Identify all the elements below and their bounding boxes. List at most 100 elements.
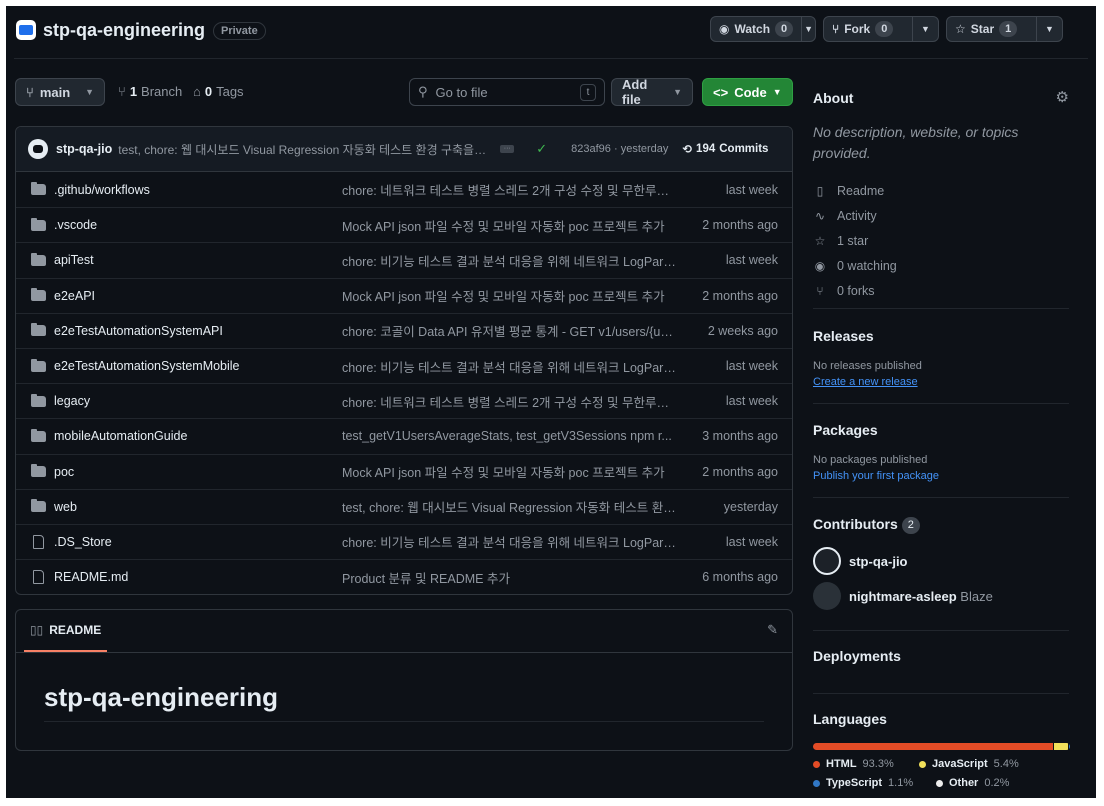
file-commit-time: last week (725, 253, 778, 268)
language-legend-item[interactable]: Other 0.2% (936, 777, 1009, 789)
file-row[interactable]: e2eAPI Mock API json 파일 수정 및 모바일 자동화 poc … (16, 277, 792, 313)
file-name[interactable]: legacy (54, 394, 342, 408)
contributors-count: 2 (901, 517, 920, 534)
chevron-down-icon[interactable]: ▼ (1036, 17, 1062, 41)
file-commit-time: last week (725, 182, 778, 197)
commits-count: 194 (696, 143, 716, 155)
file-commit-message[interactable]: Mock API json 파일 수정 및 모바일 자동화 poc 프로젝트 추… (342, 216, 678, 235)
code-button[interactable]: <> Code ▼ (702, 78, 793, 106)
file-row[interactable]: web test, chore: 웹 대시보드 Visual Regression… (16, 488, 792, 524)
language-legend-item[interactable]: JavaScript 5.4% (919, 758, 1019, 770)
branch-select-button[interactable]: ⑂ main ▼ (15, 78, 105, 106)
file-row[interactable]: e2eTestAutomationSystemMobile chore: 비기능 … (16, 347, 792, 383)
history-icon: ⟲ (682, 144, 693, 156)
book-icon: ▯ (816, 183, 824, 198)
commit-sha-time[interactable]: 823af96 · yesterday (571, 143, 668, 155)
file-commit-message[interactable]: chore: 비기능 테스트 결과 분석 대응을 위해 네트워크 LogPars… (342, 532, 678, 551)
add-file-button[interactable]: Add file ▼ (611, 77, 693, 107)
file-commit-message[interactable]: chore: 네트워크 테스트 병렬 스레드 2개 구성 수정 및 무한루프 수… (342, 180, 678, 199)
file-row[interactable]: apiTest chore: 비기능 테스트 결과 분석 대응을 위해 네트워크 … (16, 242, 792, 277)
section-divider (813, 497, 1069, 498)
file-commit-time: 2 months ago (702, 288, 778, 303)
gear-icon[interactable]: ⚙ (1056, 88, 1069, 106)
commit-message[interactable]: test, chore: 웹 대시보드 Visual Regression 자동… (118, 141, 486, 158)
about-readme-link[interactable]: ▯ Readme (813, 178, 897, 203)
file-name[interactable]: .github/workflows (54, 183, 342, 197)
repo-header: stp-qa-engineering Private ◉ Watch 0 ▼ ⑂… (14, 16, 1088, 56)
commit-time: yesterday (620, 143, 669, 155)
file-name[interactable]: apiTest (54, 253, 342, 267)
author-avatar[interactable] (28, 139, 48, 159)
watch-button[interactable]: ◉ Watch 0 ▼ (710, 16, 816, 42)
file-row[interactable]: .github/workflows chore: 네트워크 테스트 병렬 스레드 … (16, 172, 792, 207)
file-row[interactable]: mobileAutomationGuide test_getV1UsersAver… (16, 418, 792, 453)
file-row[interactable]: .DS_Store chore: 비기능 테스트 결과 분석 대응을 위해 네트워… (16, 523, 792, 559)
eye-icon: ◉ (719, 22, 730, 36)
file-commit-message[interactable]: Mock API json 파일 수정 및 모바일 자동화 poc 프로젝트 추… (342, 286, 678, 305)
tags-link[interactable]: ⌂ 0 Tags (193, 84, 244, 99)
file-commit-time: last week (725, 359, 778, 374)
file-commit-message[interactable]: chore: 네트워크 테스트 병렬 스레드 2개 구성 수정 및 무한루프 수… (342, 392, 678, 411)
repo-owner-avatar[interactable] (16, 20, 36, 40)
file-name[interactable]: web (54, 500, 342, 514)
branch-label: Branch (141, 84, 183, 99)
packages-title[interactable]: Packages (813, 422, 878, 438)
pencil-icon[interactable]: ✎ (767, 622, 778, 638)
file-row[interactable]: .vscode Mock API json 파일 수정 및 모바일 자동화 poc… (16, 207, 792, 242)
file-commit-message[interactable]: chore: 코골이 Data API 유저별 평균 통계 - GET v1/u… (342, 321, 678, 340)
file-name[interactable]: mobileAutomationGuide (54, 429, 342, 443)
file-commit-message[interactable]: Mock API json 파일 수정 및 모바일 자동화 poc 프로젝트 추… (342, 462, 678, 481)
language-percent: 1.1% (888, 777, 914, 789)
fork-button[interactable]: ⑂ Fork 0 ▼ (823, 16, 939, 42)
file-name[interactable]: .vscode (54, 218, 342, 232)
section-divider (813, 630, 1069, 631)
folder-icon (30, 323, 46, 339)
file-row[interactable]: e2eTestAutomationSystemAPI chore: 코골이 Dat… (16, 312, 792, 348)
about-stars-link[interactable]: ☆ 1 star (813, 228, 897, 253)
about-watching-link[interactable]: ◉ 0 watching (813, 253, 897, 278)
file-name[interactable]: README.md (54, 570, 342, 584)
expand-commit-message-button[interactable]: ··· (500, 145, 515, 153)
keyboard-shortcut-hint: t (580, 83, 596, 101)
commits-history-link[interactable]: ⟲ 194 Commits (682, 142, 768, 156)
file-commit-message[interactable]: test_getV1UsersAverageStats, test_getV3S… (342, 429, 678, 443)
readme-tab[interactable]: ▯▯ README (24, 610, 108, 652)
branch-name: main (39, 84, 71, 100)
star-button[interactable]: ☆ Star 1 ▼ (946, 16, 1063, 42)
deployments-title[interactable]: Deployments (813, 648, 901, 664)
file-row[interactable]: legacy chore: 네트워크 테스트 병렬 스레드 2개 구성 수정 및 … (16, 383, 792, 418)
file-name[interactable]: poc (54, 465, 342, 479)
releases-title[interactable]: Releases (813, 328, 874, 344)
language-name: JavaScript (932, 758, 988, 770)
language-legend-item[interactable]: TypeScript 1.1% (813, 777, 913, 789)
check-icon[interactable]: ✓ (536, 141, 547, 157)
language-color-dot (813, 760, 820, 768)
contributors-header[interactable]: Contributors 2 (813, 516, 920, 534)
contributor-item[interactable]: stp-qa-jio (813, 547, 908, 575)
file-name[interactable]: .DS_Store (54, 535, 342, 549)
chevron-down-icon[interactable]: ▼ (801, 17, 815, 41)
file-name[interactable]: e2eTestAutomationSystemMobile (54, 359, 342, 373)
about-forks-link[interactable]: ⑂ 0 forks (813, 278, 897, 303)
file-commit-message[interactable]: chore: 비기능 테스트 결과 분석 대응을 위해 네트워크 LogPars… (342, 357, 678, 376)
repo-name[interactable]: stp-qa-engineering (43, 20, 205, 41)
chevron-down-icon[interactable]: ▼ (912, 17, 938, 41)
contributor-item[interactable]: nightmare-asleep Blaze (813, 582, 993, 610)
file-name[interactable]: e2eAPI (54, 289, 342, 303)
branches-link[interactable]: ⑂ 1 Branch (118, 84, 182, 99)
file-name[interactable]: e2eTestAutomationSystemAPI (54, 324, 342, 338)
file-commit-message[interactable]: chore: 비기능 테스트 결과 분석 대응을 위해 네트워크 LogPars… (342, 251, 678, 270)
file-row[interactable]: poc Mock API json 파일 수정 및 모바일 자동화 poc 프로젝… (16, 453, 792, 489)
language-legend-item[interactable]: HTML 93.3% (813, 758, 894, 770)
commit-author[interactable]: stp-qa-jio (56, 142, 112, 156)
file-row[interactable]: README.md Product 분류 및 README 추가 6 months … (16, 559, 792, 594)
file-commit-message[interactable]: test, chore: 웹 대시보드 Visual Regression 자동… (342, 497, 678, 516)
file-commit-time: 3 months ago (702, 429, 778, 444)
create-release-link[interactable]: Create a new release (813, 376, 918, 388)
file-commit-message[interactable]: Product 분류 및 README 추가 (342, 568, 678, 587)
go-to-file-input[interactable]: ⚲ Go to file t (409, 78, 605, 106)
publish-package-link[interactable]: Publish your first package (813, 470, 939, 482)
fork-icon: ⑂ (832, 22, 840, 36)
about-activity-link[interactable]: ∿ Activity (813, 203, 897, 228)
contributor-fullname: Blaze (960, 588, 993, 604)
